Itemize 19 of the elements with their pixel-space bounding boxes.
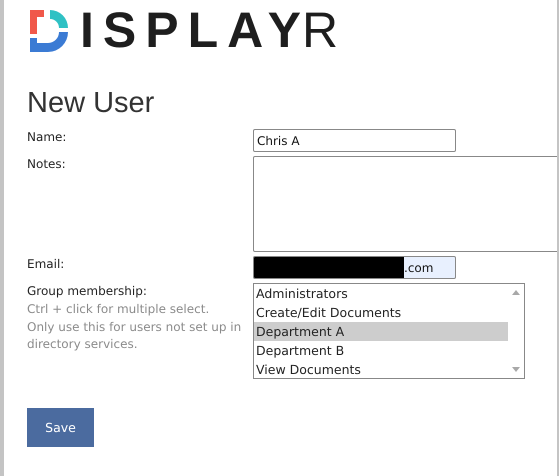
field-label: Group membership: — [27, 283, 148, 300]
field-label: Name: — [27, 129, 68, 146]
page-title: New User — [27, 86, 156, 120]
scroll-down-icon[interactable] — [512, 367, 520, 372]
list-option[interactable]: Create/Edit Documents — [254, 303, 508, 322]
list-option[interactable]: Administrators — [254, 284, 508, 303]
list-option[interactable]: View Documents — [254, 360, 508, 379]
hint-text: Ctrl + click for multiple select. — [27, 301, 210, 318]
list-option[interactable]: Department A — [254, 322, 508, 341]
field-label: Email: — [27, 256, 66, 273]
hint-text: Only use this for users not set up in directory services. — [27, 319, 242, 353]
group-listbox[interactable]: Administrators Create/Edit Documents Department A Department B View Documents — [253, 283, 525, 379]
email-field[interactable]: .com — [253, 256, 456, 279]
field-label: Notes: — [27, 156, 67, 173]
list-option[interactable]: Department B — [254, 341, 508, 360]
save-button[interactable]: Save — [27, 408, 94, 447]
notes-field[interactable] — [253, 156, 557, 252]
scroll-up-icon[interactable] — [512, 290, 520, 295]
name-field[interactable]: Chris A — [253, 129, 456, 152]
